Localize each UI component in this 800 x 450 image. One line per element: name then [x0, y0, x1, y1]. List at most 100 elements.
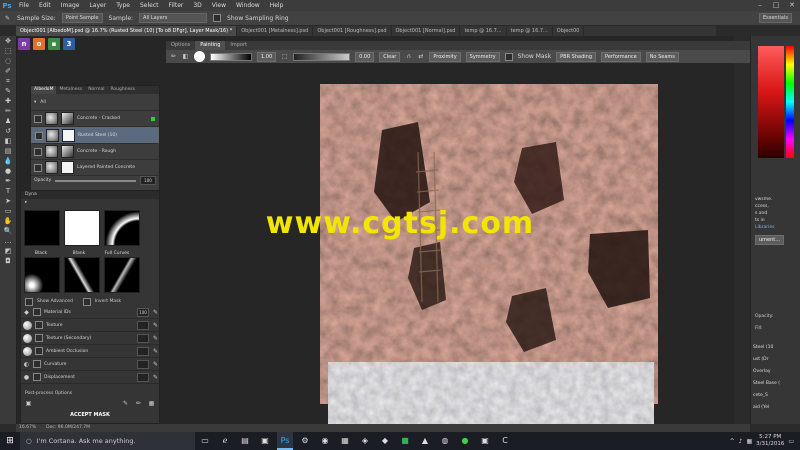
channel-row[interactable]: Texture (Secondary) ✎	[21, 332, 159, 345]
layer-row[interactable]: Rusted Steel (10)	[31, 127, 159, 144]
chevron-right-icon[interactable]: ▸	[25, 200, 27, 205]
history-brush-icon[interactable]: ↺	[2, 127, 14, 136]
app-icon[interactable]: ●	[457, 432, 473, 450]
sample-select[interactable]: All Layers	[139, 13, 208, 23]
tab-normal-channel[interactable]: Normal	[85, 86, 107, 94]
libraries-link[interactable]: Libraries	[755, 224, 784, 231]
channel-row[interactable]: ◐ Curvature ✎	[21, 358, 159, 371]
brush-size-field[interactable]: 1.00	[257, 51, 277, 62]
eyedropper-icon[interactable]: ✎	[4, 15, 11, 22]
tab-roughness[interactable]: Object001 [Roughness].psd	[313, 26, 392, 36]
layer-item[interactable]: Steel Base (	[753, 378, 799, 390]
brush-edit-icon[interactable]: ✎	[122, 400, 129, 407]
tab-metalness-channel[interactable]: Metalness	[56, 86, 85, 94]
mask-preset-swatch[interactable]	[63, 257, 100, 293]
layer-row[interactable]: Concrete - Rough	[31, 144, 159, 160]
minimize-icon[interactable]: –	[752, 0, 768, 11]
tab-object-more[interactable]: Object00	[553, 26, 585, 36]
network-icon[interactable]: ▦	[746, 438, 752, 445]
stamp-tool-icon[interactable]: ♟	[2, 117, 14, 126]
edit-icon[interactable]: ✎	[152, 322, 159, 329]
sample-size-select[interactable]: Point Sample	[61, 13, 103, 23]
tab-import[interactable]: Import	[225, 41, 252, 50]
layer-item[interactable]: ust (Dr	[753, 354, 799, 366]
brush-tool-icon[interactable]: ✏	[2, 107, 14, 116]
volume-icon[interactable]: ♪	[739, 438, 743, 445]
task-view-icon[interactable]: ▭	[197, 432, 213, 450]
dodge-tool-icon[interactable]: ●	[2, 167, 14, 176]
menu-type[interactable]: Type	[111, 2, 135, 9]
shape-tool-icon[interactable]: ▭	[2, 207, 14, 216]
hand-tool-icon[interactable]: ✋	[2, 217, 14, 226]
channel-value[interactable]	[137, 346, 149, 356]
edit-icon[interactable]: ✎	[152, 374, 159, 381]
channel-row[interactable]: ● Displacement ✎	[21, 371, 159, 384]
more-tools-icon[interactable]: …	[2, 237, 14, 246]
channel-value[interactable]	[137, 359, 149, 369]
tab-normal[interactable]: Object001 [Normal].psd	[392, 26, 461, 36]
menu-layer[interactable]: Layer	[84, 2, 111, 9]
channel-row[interactable]: Ambient Occlusion ✎	[21, 345, 159, 358]
proximity-icon[interactable]: ⇄	[417, 53, 424, 60]
tab-roughness-channel[interactable]: Roughness	[107, 86, 138, 94]
layer-item[interactable]: cete_S	[753, 390, 799, 402]
channel-checkbox[interactable]	[33, 308, 41, 316]
marquee-tool-icon[interactable]: ⬚	[2, 47, 14, 56]
paint-icon[interactable]: ✏	[135, 400, 142, 407]
crop-tool-icon[interactable]: ⌗	[2, 77, 14, 86]
save-icon[interactable]: ▣	[25, 400, 32, 407]
texture-preview[interactable]	[318, 82, 660, 424]
quick-select-tool-icon[interactable]: ✐	[2, 67, 14, 76]
menu-view[interactable]: View	[207, 2, 231, 9]
menu-image[interactable]: Image	[56, 2, 85, 9]
channel-checkbox[interactable]	[33, 373, 41, 381]
menu-edit[interactable]: Edit	[34, 2, 56, 9]
eyedropper-tool-icon[interactable]: ✎	[2, 87, 14, 96]
app-icon[interactable]: ▦	[337, 432, 353, 450]
gradient-tool-icon[interactable]: ▤	[2, 147, 14, 156]
layer-visibility-checkbox[interactable]	[34, 147, 42, 156]
app-icon[interactable]: ■	[397, 432, 413, 450]
brush-preview-icon[interactable]	[194, 51, 205, 62]
opacity-value[interactable]: 100	[140, 176, 156, 185]
workspace-select[interactable]: Essentials	[758, 13, 792, 23]
tab-metalness[interactable]: Object001 [Metalness].psd	[237, 26, 314, 36]
opacity-slider[interactable]	[55, 179, 136, 182]
menu-window[interactable]: Window	[231, 2, 265, 9]
opacity-gradient-slider[interactable]	[293, 52, 351, 61]
performance-button[interactable]: Performance	[601, 51, 641, 62]
path-select-icon[interactable]: ➤	[2, 197, 14, 206]
channel-checkbox[interactable]	[35, 334, 43, 342]
app-icon[interactable]: ▣	[477, 432, 493, 450]
store-icon[interactable]: ▣	[257, 432, 273, 450]
channel-checkbox[interactable]	[33, 360, 41, 368]
substance-o-icon[interactable]: o	[33, 38, 45, 50]
microphone-icon[interactable]: ○	[26, 437, 32, 445]
app-icon[interactable]: ▲	[417, 432, 433, 450]
channel-row[interactable]: Texture ✎	[21, 319, 159, 332]
pen-tool-icon[interactable]: ✒	[2, 177, 14, 186]
edit-icon[interactable]: ✎	[152, 335, 159, 342]
type-tool-icon[interactable]: T	[2, 187, 14, 196]
lock-icon[interactable]: ⬚	[281, 53, 288, 60]
clock[interactable]: 5:27 PM 3/31/2016	[756, 434, 784, 448]
app-icon[interactable]: ◈	[357, 432, 373, 450]
lasso-tool-icon[interactable]: ◌	[2, 57, 14, 66]
post-process-label[interactable]: Post-process Options	[21, 390, 159, 398]
eraser-tool-icon[interactable]: ◧	[2, 137, 14, 146]
settings-icon[interactable]: ⚙	[297, 432, 313, 450]
chrome-icon[interactable]: ◉	[317, 432, 333, 450]
menu-filter[interactable]: Filter	[164, 2, 189, 9]
layer-visibility-checkbox[interactable]	[34, 163, 42, 172]
edit-icon[interactable]: ✎	[152, 348, 159, 355]
proximity-button[interactable]: Proximity	[429, 51, 461, 62]
menu-file[interactable]: File	[14, 2, 34, 9]
file-explorer-icon[interactable]: ▤	[237, 432, 253, 450]
close-icon[interactable]: ✕	[784, 0, 800, 11]
full-curves-swatch[interactable]	[103, 210, 140, 246]
chevron-up-icon[interactable]: ^	[730, 438, 735, 445]
cortana-search[interactable]: ○ I'm Cortana. Ask me anything.	[20, 432, 195, 450]
invert-mask-checkbox[interactable]	[82, 298, 91, 306]
healing-tool-icon[interactable]: ✚	[2, 97, 14, 106]
menu-help[interactable]: Help	[265, 2, 289, 9]
